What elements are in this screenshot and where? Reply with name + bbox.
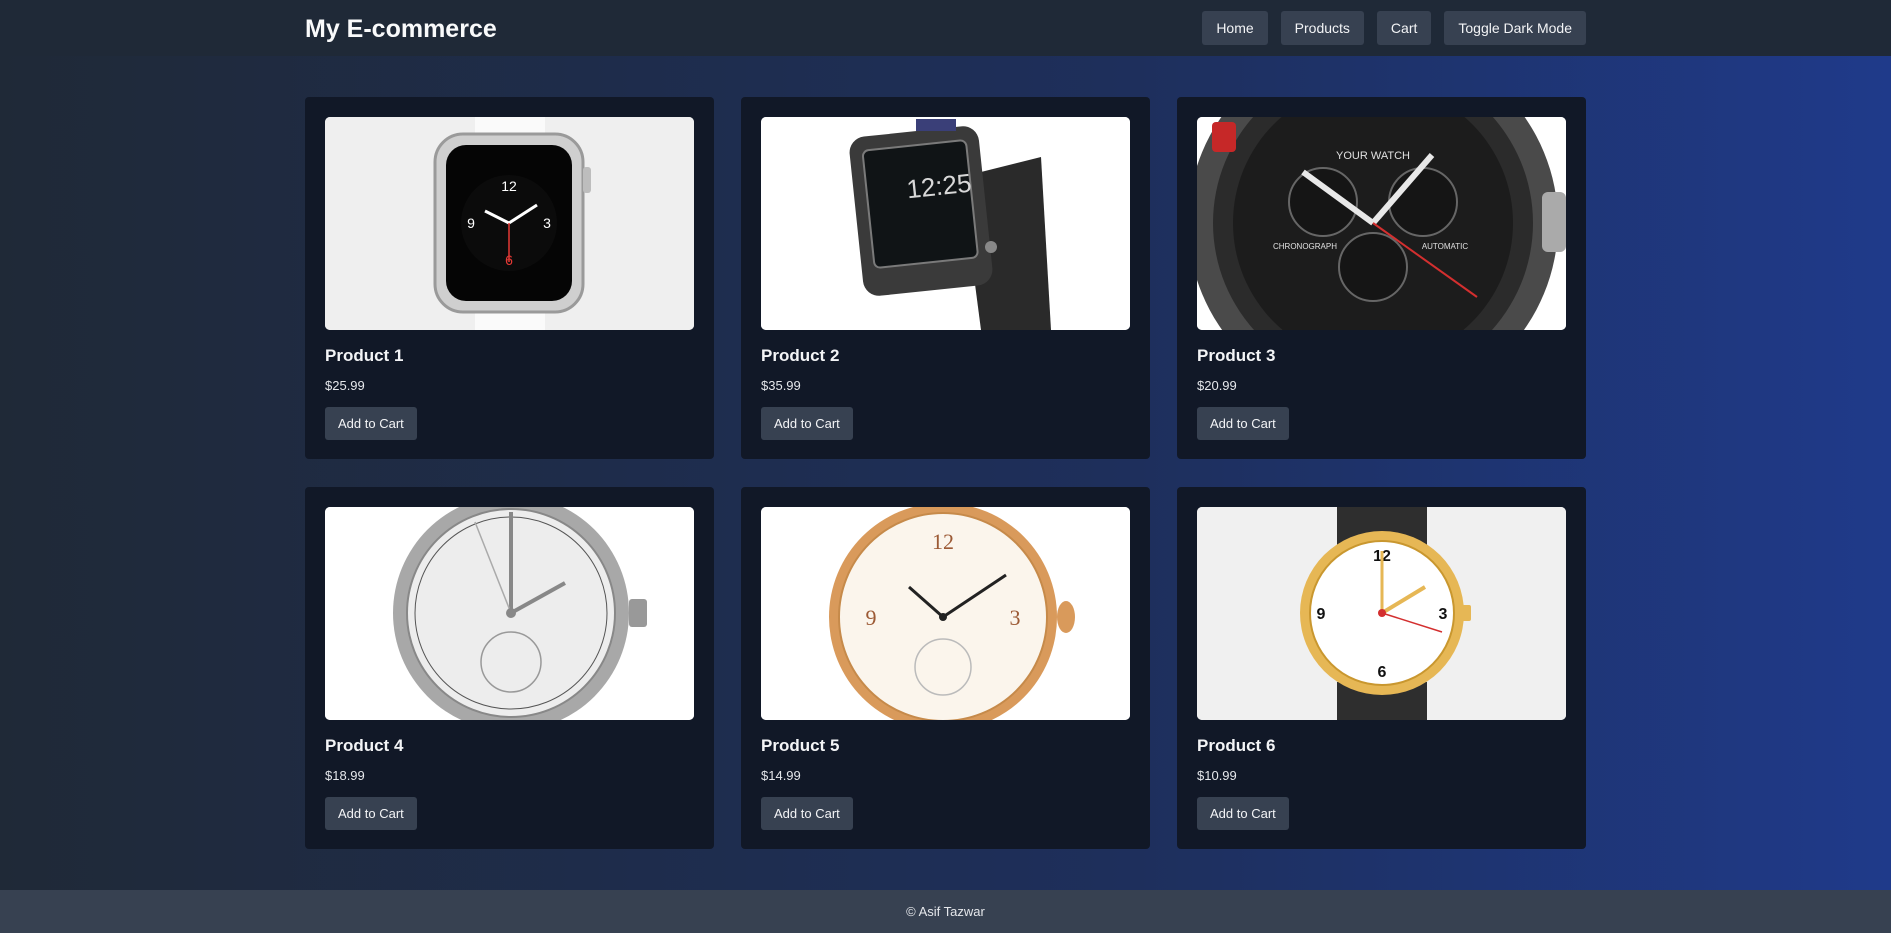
product-price: $20.99 — [1197, 378, 1237, 393]
product-grid: 12 3 6 9 Product 1 $25.99 Add to Cart 12… — [305, 97, 1586, 849]
product-name: Product 1 — [325, 346, 404, 365]
svg-text:AUTOMATIC: AUTOMATIC — [1422, 242, 1469, 251]
svg-text:9: 9 — [1317, 606, 1326, 623]
product-name: Product 3 — [1197, 346, 1276, 365]
add-to-cart-button[interactable]: Add to Cart — [325, 407, 417, 440]
gold-pocket-watch-icon[interactable]: 12 3 9 — [761, 507, 1130, 720]
site-header: My E-commerce Home Products Cart Toggle … — [0, 0, 1891, 56]
product-card: 12:25 Product 2 $35.99 Add to Cart — [741, 97, 1150, 459]
product-price: $18.99 — [325, 768, 365, 783]
svg-text:3: 3 — [1010, 605, 1021, 630]
svg-text:6: 6 — [1378, 664, 1387, 681]
svg-text:12: 12 — [932, 529, 954, 554]
product-name: Product 4 — [325, 736, 404, 755]
silver-watch-icon[interactable] — [325, 507, 694, 720]
product-name: Product 6 — [1197, 736, 1276, 755]
svg-text:3: 3 — [543, 215, 551, 231]
svg-text:12: 12 — [501, 178, 517, 194]
nav-cart-button[interactable]: Cart — [1376, 11, 1432, 45]
product-card: 12 3 6 9 Product 1 $25.99 Add to Cart — [305, 97, 714, 459]
gold-wristwatch-icon[interactable]: 12 3 6 9 — [1197, 507, 1566, 720]
product-name: Product 5 — [761, 736, 840, 755]
product-card: YOUR WATCH CHRONOGRAPH AUTOMATIC Product… — [1177, 97, 1586, 459]
add-to-cart-button[interactable]: Add to Cart — [1197, 797, 1289, 830]
svg-text:9: 9 — [866, 605, 877, 630]
svg-text:3: 3 — [1439, 606, 1448, 623]
svg-text:9: 9 — [467, 215, 475, 231]
product-price: $14.99 — [761, 768, 801, 783]
product-name: Product 2 — [761, 346, 840, 365]
smartwatch-white-icon[interactable]: 12 3 6 9 — [325, 117, 694, 330]
site-footer: © Asif Tazwar — [0, 890, 1891, 933]
add-to-cart-button[interactable]: Add to Cart — [761, 797, 853, 830]
site-title: My E-commerce — [305, 14, 497, 43]
add-to-cart-button[interactable]: Add to Cart — [1197, 407, 1289, 440]
add-to-cart-button[interactable]: Add to Cart — [325, 797, 417, 830]
product-card: 12 3 6 9 Product 6 $10.99 Add to Cart — [1177, 487, 1586, 849]
svg-text:YOUR WATCH: YOUR WATCH — [1336, 150, 1410, 162]
add-to-cart-button[interactable]: Add to Cart — [761, 407, 853, 440]
main-nav: Home Products Cart Toggle Dark Mode — [1202, 11, 1586, 45]
nav-products-button[interactable]: Products — [1280, 11, 1364, 45]
smartwatch-black-icon[interactable]: 12:25 — [761, 117, 1130, 330]
product-price: $10.99 — [1197, 768, 1237, 783]
toggle-dark-mode-button[interactable]: Toggle Dark Mode — [1444, 11, 1586, 45]
footer-copyright: © Asif Tazwar — [906, 904, 985, 919]
product-price: $25.99 — [325, 378, 365, 393]
chronograph-watch-icon[interactable]: YOUR WATCH CHRONOGRAPH AUTOMATIC — [1197, 117, 1566, 330]
nav-home-button[interactable]: Home — [1202, 11, 1268, 45]
product-card: Product 4 $18.99 Add to Cart — [305, 487, 714, 849]
svg-text:CHRONOGRAPH: CHRONOGRAPH — [1273, 242, 1337, 251]
product-card: 12 3 9 Product 5 $14.99 Add to Cart — [741, 487, 1150, 849]
product-price: $35.99 — [761, 378, 801, 393]
